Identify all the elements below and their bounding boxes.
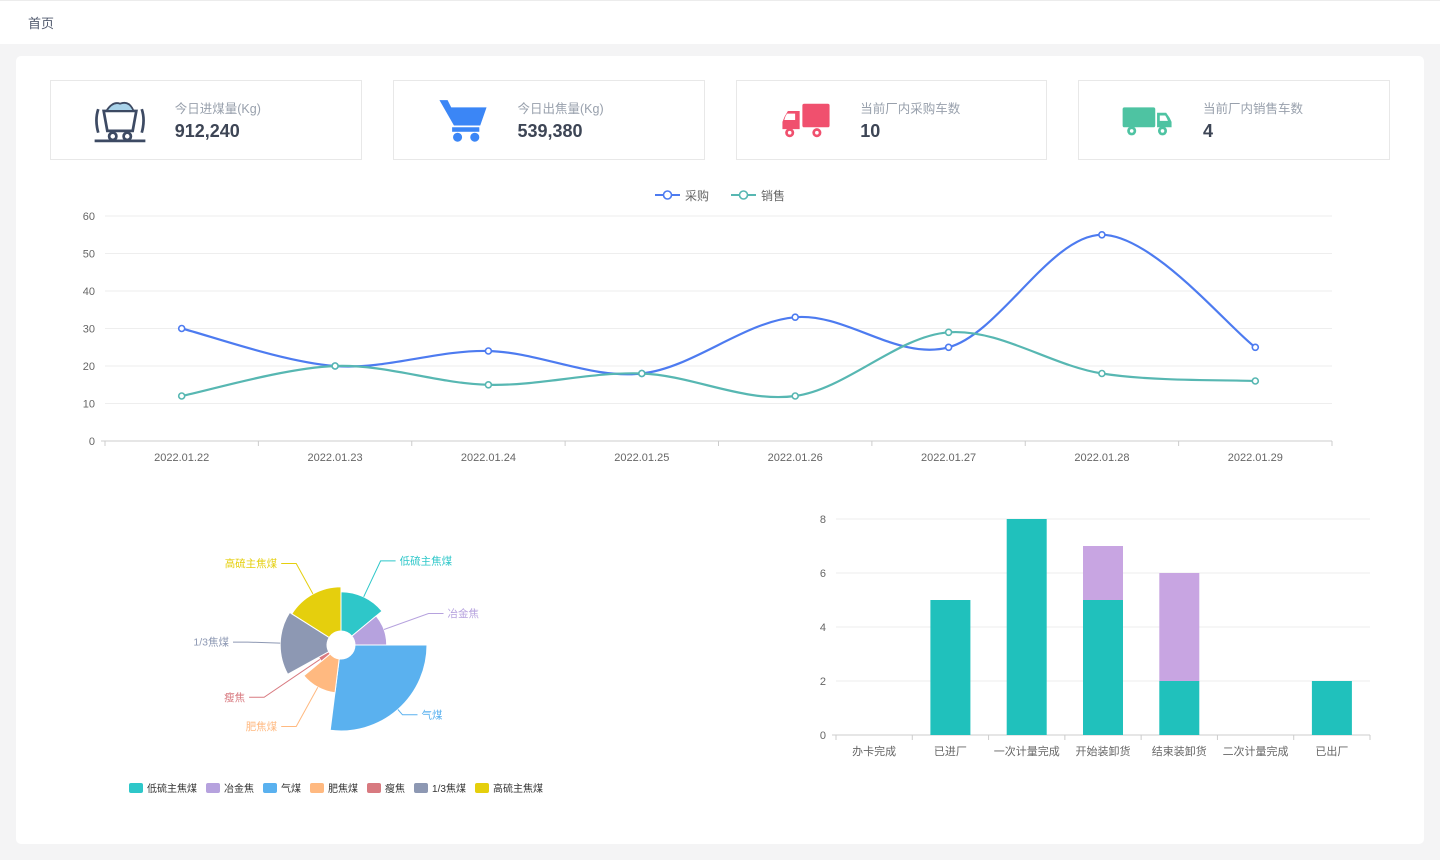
- coal-type-rose-chart[interactable]: 低硫主焦煤冶金焦气煤肥焦煤 瘦焦 1/3焦煤 高硫主焦煤: [96, 517, 576, 769]
- svg-text:肥焦煤: 肥焦煤: [246, 720, 278, 733]
- pie-legend-item-肥焦煤[interactable]: 肥焦煤: [310, 780, 358, 795]
- pie-legend-label: 高硫主焦煤: [493, 780, 543, 795]
- cart-icon: [434, 96, 492, 144]
- svg-text:10: 10: [83, 399, 95, 411]
- line-chart-legend: 采购 销售: [50, 186, 1390, 204]
- svg-text:低硫主焦煤: 低硫主焦煤: [400, 554, 453, 567]
- svg-text:瘦焦: 瘦焦: [224, 691, 245, 704]
- pie-legend-label: 低硫主焦煤: [147, 780, 197, 795]
- svg-text:2022.01.24: 2022.01.24: [461, 452, 516, 464]
- stat-card-coke-out: 今日出焦量(Kg) 539,380: [393, 80, 705, 160]
- svg-text:开始装卸货: 开始装卸货: [1076, 744, 1131, 758]
- svg-text:2022.01.22: 2022.01.22: [154, 452, 209, 464]
- page-content: 今日进煤量(Kg) 912,240 今日出焦量(Kg) 539,380: [0, 44, 1440, 860]
- stat-label: 今日进煤量(Kg): [175, 98, 325, 117]
- legend-label: 销售: [761, 187, 785, 204]
- vehicle-status-bar-block: 0 2 4 6 8 办卡完成 已进厂 一次计量完成 开始装卸货 结束装卸货 二次计量完成 已出厂: [804, 503, 1384, 795]
- svg-text:高硫主焦煤: 高硫主焦煤: [225, 557, 278, 570]
- pie-legend-swatch-icon: [310, 783, 324, 793]
- svg-text:30: 30: [83, 324, 95, 336]
- svg-text:2022.01.25: 2022.01.25: [614, 452, 669, 464]
- svg-text:0: 0: [89, 436, 95, 448]
- truck-in-icon: [777, 96, 835, 144]
- svg-text:50: 50: [83, 249, 95, 261]
- svg-text:2022.01.28: 2022.01.28: [1074, 452, 1129, 464]
- svg-text:一次计量完成: 一次计量完成: [994, 744, 1060, 758]
- pie-legend-item-低硫主焦煤[interactable]: 低硫主焦煤: [129, 780, 197, 795]
- svg-text:6: 6: [820, 568, 826, 580]
- pie-legend-swatch-icon: [263, 783, 277, 793]
- pie-legend-swatch-icon: [414, 783, 428, 793]
- stat-card-coal-in: 今日进煤量(Kg) 912,240: [50, 80, 362, 160]
- svg-text:2022.01.27: 2022.01.27: [921, 452, 976, 464]
- svg-text:2022.01.23: 2022.01.23: [308, 452, 363, 464]
- svg-text:2022.01.29: 2022.01.29: [1228, 452, 1283, 464]
- stat-value: 912,240: [175, 121, 325, 142]
- svg-text:40: 40: [83, 286, 95, 298]
- svg-text:办卡完成: 办卡完成: [852, 744, 896, 758]
- legend-line-marker-icon: [655, 189, 680, 201]
- svg-text:冶金焦: 冶金焦: [448, 607, 480, 620]
- svg-text:2: 2: [820, 676, 826, 688]
- breadcrumb-bar: 首页: [0, 0, 1440, 44]
- svg-text:二次计量完成: 二次计量完成: [1223, 744, 1289, 758]
- stat-value: 10: [860, 121, 1010, 142]
- pie-legend-item-1/3焦煤[interactable]: 1/3焦煤: [414, 780, 466, 795]
- breadcrumb-home[interactable]: 首页: [28, 13, 54, 32]
- pie-legend-swatch-icon: [475, 783, 489, 793]
- svg-text:60: 60: [83, 211, 95, 223]
- coal-type-pie-block: 低硫主焦煤冶金焦气煤肥焦煤瘦焦1/3焦煤高硫主焦煤 低硫主焦煤冶金焦气煤肥焦煤瘦…: [96, 517, 576, 795]
- purchase-sales-line-chart[interactable]: 0 10 20 30 40 50 60 2022.01.22 2022.01.23 2022.01…: [50, 204, 1340, 472]
- stat-cards-row: 今日进煤量(Kg) 912,240 今日出焦量(Kg) 539,380: [50, 80, 1390, 160]
- truck-out-icon: [1119, 96, 1177, 144]
- svg-text:结束装卸货: 结束装卸货: [1152, 744, 1207, 758]
- legend-item-销售[interactable]: 销售: [731, 187, 785, 204]
- dashboard-panel: 今日进煤量(Kg) 912,240 今日出焦量(Kg) 539,380: [16, 56, 1424, 844]
- svg-text:气煤: 气煤: [422, 708, 443, 721]
- pie-legend-swatch-icon: [367, 783, 381, 793]
- pie-legend-item-瘦焦[interactable]: 瘦焦: [367, 780, 405, 795]
- pie-legend-swatch-icon: [129, 783, 143, 793]
- pie-legend-swatch-icon: [206, 783, 220, 793]
- pie-legend-label: 1/3焦煤: [432, 780, 466, 795]
- legend-item-采购[interactable]: 采购: [655, 187, 709, 204]
- pie-legend-label: 气煤: [281, 780, 301, 795]
- bottom-charts-row: 低硫主焦煤冶金焦气煤肥焦煤瘦焦1/3焦煤高硫主焦煤 低硫主焦煤冶金焦气煤肥焦煤瘦…: [50, 517, 1390, 795]
- stat-label: 今日出焦量(Kg): [518, 98, 668, 117]
- svg-text:已出厂: 已出厂: [1315, 744, 1348, 758]
- svg-text:8: 8: [820, 514, 826, 526]
- legend-line-marker-icon: [731, 189, 756, 201]
- svg-text:20: 20: [83, 361, 95, 373]
- legend-label: 采购: [685, 187, 709, 204]
- svg-text:1/3焦煤: 1/3焦煤: [193, 636, 229, 649]
- pie-legend-label: 瘦焦: [385, 780, 405, 795]
- stat-value: 539,380: [518, 121, 668, 142]
- pie-legend-item-气煤[interactable]: 气煤: [263, 780, 301, 795]
- svg-text:已进厂: 已进厂: [934, 745, 967, 758]
- pie-legend-label: 肥焦煤: [328, 780, 358, 795]
- pie-legend-item-冶金焦[interactable]: 冶金焦: [206, 780, 254, 795]
- svg-text:4: 4: [820, 622, 826, 634]
- stat-label: 当前厂内采购车数: [860, 98, 1010, 117]
- svg-text:2022.01.26: 2022.01.26: [768, 452, 823, 464]
- trend-line-chart-block: 采购 销售 0 10 20 30 40 50 60 2022.01.22 2022.01.23 20…: [50, 186, 1390, 477]
- stat-label: 当前厂内销售车数: [1203, 98, 1353, 117]
- vehicle-status-bar-chart[interactable]: 0 2 4 6 8 办卡完成 已进厂 一次计量完成 开始装卸货 结束装卸货 二次计量完成 已出厂: [804, 503, 1384, 765]
- pie-legend-label: 冶金焦: [224, 780, 254, 795]
- stat-card-purchase-trucks: 当前厂内采购车数 10: [736, 80, 1048, 160]
- stat-card-sales-trucks: 当前厂内销售车数 4: [1078, 80, 1390, 160]
- pie-chart-legend: 低硫主焦煤 冶金焦 气煤 肥焦煤 瘦焦 1/3焦煤 高硫主焦煤: [96, 780, 576, 795]
- svg-text:0: 0: [820, 730, 826, 742]
- pie-legend-item-高硫主焦煤[interactable]: 高硫主焦煤: [475, 780, 543, 795]
- mine-cart-icon: [91, 96, 149, 144]
- stat-value: 4: [1203, 121, 1353, 142]
